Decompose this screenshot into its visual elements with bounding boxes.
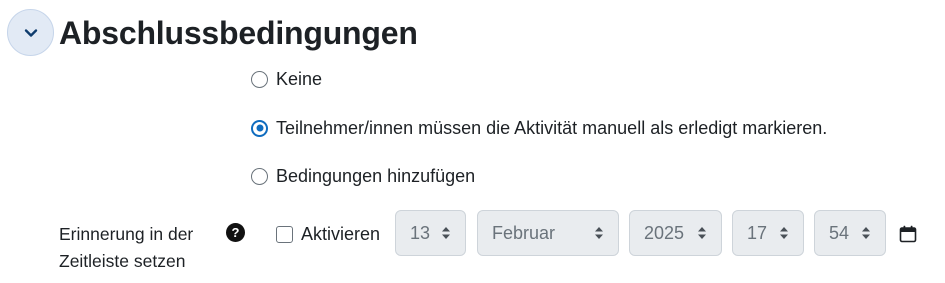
sort-caret-icon — [595, 227, 603, 239]
sort-caret-icon — [442, 227, 450, 239]
reminder-field-label: Erinnerung in der Zeitleiste setzen — [59, 221, 219, 275]
radio-option-manual[interactable]: Teilnehmer/innen müssen die Aktivität ma… — [251, 116, 827, 140]
radio-button-checked[interactable] — [251, 119, 268, 137]
calendar-icon[interactable] — [899, 225, 917, 243]
day-value: 13 — [410, 222, 431, 243]
day-select[interactable]: 13 — [395, 210, 466, 256]
radio-option-conditions[interactable]: Bedingungen hinzufügen — [251, 164, 475, 188]
sort-caret-icon — [780, 227, 788, 239]
month-select[interactable]: Februar — [477, 210, 619, 256]
radio-label: Bedingungen hinzufügen — [276, 166, 476, 186]
chevron-down-icon — [24, 28, 37, 37]
hour-select[interactable]: 17 — [732, 210, 804, 256]
reminder-label-line2: Zeitleiste setzen — [59, 251, 186, 271]
radio-button[interactable] — [251, 70, 268, 88]
hour-value: 17 — [747, 222, 768, 243]
help-icon[interactable]: ? — [226, 223, 245, 242]
section-title: Abschlussbedingungen — [59, 15, 418, 51]
checkbox-box[interactable] — [276, 225, 293, 243]
radio-label: Keine — [276, 69, 323, 89]
enable-label: Aktivieren — [301, 224, 381, 244]
completion-settings-page: Abschlussbedingungen Keine Teilnehmer/in… — [0, 0, 945, 283]
minute-value: 54 — [829, 222, 850, 243]
year-select[interactable]: 2025 — [629, 210, 722, 256]
radio-label: Teilnehmer/innen müssen die Aktivität ma… — [276, 118, 828, 138]
radio-option-keine[interactable]: Keine — [251, 67, 322, 91]
sort-caret-icon — [698, 227, 706, 239]
month-value: Februar — [492, 222, 556, 243]
enable-reminder-checkbox[interactable]: Aktivieren — [276, 222, 380, 246]
sort-caret-icon — [862, 227, 870, 239]
section-collapse-button[interactable] — [7, 9, 54, 56]
year-value: 2025 — [644, 222, 685, 243]
help-icon-glyph: ? — [231, 225, 240, 240]
radio-button[interactable] — [251, 167, 268, 185]
minute-select[interactable]: 54 — [814, 210, 886, 256]
reminder-label-line1: Erinnerung in der — [59, 224, 194, 244]
